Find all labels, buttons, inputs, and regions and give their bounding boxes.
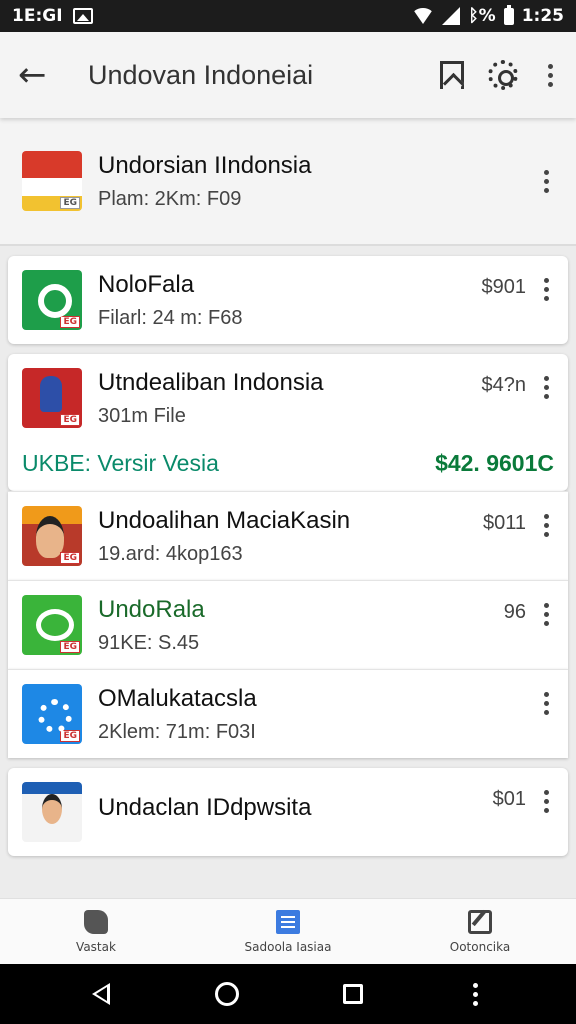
bookmark-icon[interactable] xyxy=(440,61,464,89)
app-list: EG Undorsian IIndonsia Plam: 2Km: F09 EG… xyxy=(0,118,576,898)
status-time: 1:25 xyxy=(521,6,564,26)
header-item-menu-icon[interactable] xyxy=(538,169,554,193)
item-total-price: $42. 9601C xyxy=(435,450,554,476)
image-notification-icon xyxy=(72,8,93,24)
tab-label: Sadoola Iasiaa xyxy=(244,939,332,954)
item-menu-icon[interactable] xyxy=(538,278,554,301)
system-nav-bar xyxy=(0,964,576,1024)
list-item[interactable]: Undaclan IDdpwsita $01 xyxy=(8,768,568,856)
list-item[interactable]: EG Utndealiban Indonsia 301m File $4?n U… xyxy=(8,354,568,491)
item-price: $901 xyxy=(481,276,527,298)
figure-app-icon: EG xyxy=(22,368,82,428)
nav-home-icon[interactable] xyxy=(214,982,239,1006)
bottom-tab-bar: Vastak Sadoola Iasiaa Ootoncika xyxy=(0,898,576,964)
tab-sadoola[interactable]: Sadoola Iasiaa xyxy=(218,909,358,954)
overflow-menu-icon[interactable] xyxy=(542,63,558,87)
nav-back-icon[interactable] xyxy=(92,983,111,1005)
edit-icon xyxy=(468,909,492,934)
puzzle-icon xyxy=(84,909,108,934)
green-app-icon: EG xyxy=(22,270,82,330)
item-name: UndoRala xyxy=(98,595,205,623)
list-item[interactable]: EG UndoRala 91KE: S.45 96 xyxy=(8,580,568,669)
tab-vastak[interactable]: Vastak xyxy=(26,909,166,954)
list-item[interactable]: EG Undoalihan MaciaKasin 19.ard: 4kop163… xyxy=(8,491,568,580)
item-price: $4?n xyxy=(481,374,527,396)
item-name: Undaclan IDdpwsita xyxy=(98,794,312,821)
settings-app-icon: EG xyxy=(22,684,82,744)
list-item[interactable]: EG NoloFala Filarl: 24 m: F68 $901 xyxy=(8,256,568,344)
item-name: Undoalihan MaciaKasin xyxy=(98,506,351,534)
header-item-sub: Plam: 2Km: F09 xyxy=(98,187,242,210)
item-sub: Filarl: 24 m: F68 xyxy=(98,306,243,329)
item-menu-icon[interactable] xyxy=(538,376,554,399)
signal-icon xyxy=(442,7,461,25)
gear-icon[interactable] xyxy=(488,60,518,90)
item-sub: 19.ard: 4kop163 xyxy=(98,542,243,565)
status-bar: 1E:GI ᛒ% 1:25 xyxy=(0,0,576,32)
item-sub: 2Klem: 71m: F03I xyxy=(98,720,256,743)
tab-label: Vastak xyxy=(76,939,116,954)
app-bar: ← Undovan Indoneiai xyxy=(0,32,576,118)
back-arrow-icon[interactable]: ← xyxy=(18,55,62,95)
item-sub: 91KE: S.45 xyxy=(98,631,200,654)
item-menu-icon[interactable] xyxy=(538,603,554,626)
flag-icon: EG xyxy=(22,151,82,211)
person-app-icon xyxy=(22,782,82,842)
tab-ootoncika[interactable]: Ootoncika xyxy=(410,909,550,954)
item-price: 96 xyxy=(503,601,526,623)
portrait-app-icon: EG xyxy=(22,506,82,566)
document-icon xyxy=(276,909,300,934)
nav-menu-icon[interactable] xyxy=(468,982,484,1006)
page-title: Undovan Indoneiai xyxy=(88,59,314,90)
item-version-link[interactable]: UKBE: Versir Vesia xyxy=(22,450,219,477)
item-price: $011 xyxy=(482,512,526,534)
header-item-name: Undorsian IIndonsia xyxy=(98,151,312,179)
wifi-icon xyxy=(412,8,435,24)
nav-recents-icon[interactable] xyxy=(343,984,364,1004)
item-sub: 301m File xyxy=(98,404,186,427)
item-name: NoloFala xyxy=(98,270,195,298)
item-name: OMalukatacsla xyxy=(98,684,257,712)
item-menu-icon[interactable] xyxy=(538,692,554,715)
item-menu-icon[interactable] xyxy=(538,790,554,813)
battery-icon xyxy=(503,4,514,25)
header-item[interactable]: EG Undorsian IIndonsia Plam: 2Km: F09 xyxy=(0,118,576,246)
status-right-text: ᛒ% xyxy=(468,6,496,26)
list-item[interactable]: EG OMalukatacsla 2Klem: 71m: F03I xyxy=(8,669,568,758)
item-name: Utndealiban Indonsia xyxy=(98,368,324,396)
chat-app-icon: EG xyxy=(22,595,82,655)
item-menu-icon[interactable] xyxy=(538,514,554,537)
tab-label: Ootoncika xyxy=(449,939,511,954)
item-price: $01 xyxy=(492,788,526,810)
status-left-text: 1E:GI xyxy=(12,6,63,26)
